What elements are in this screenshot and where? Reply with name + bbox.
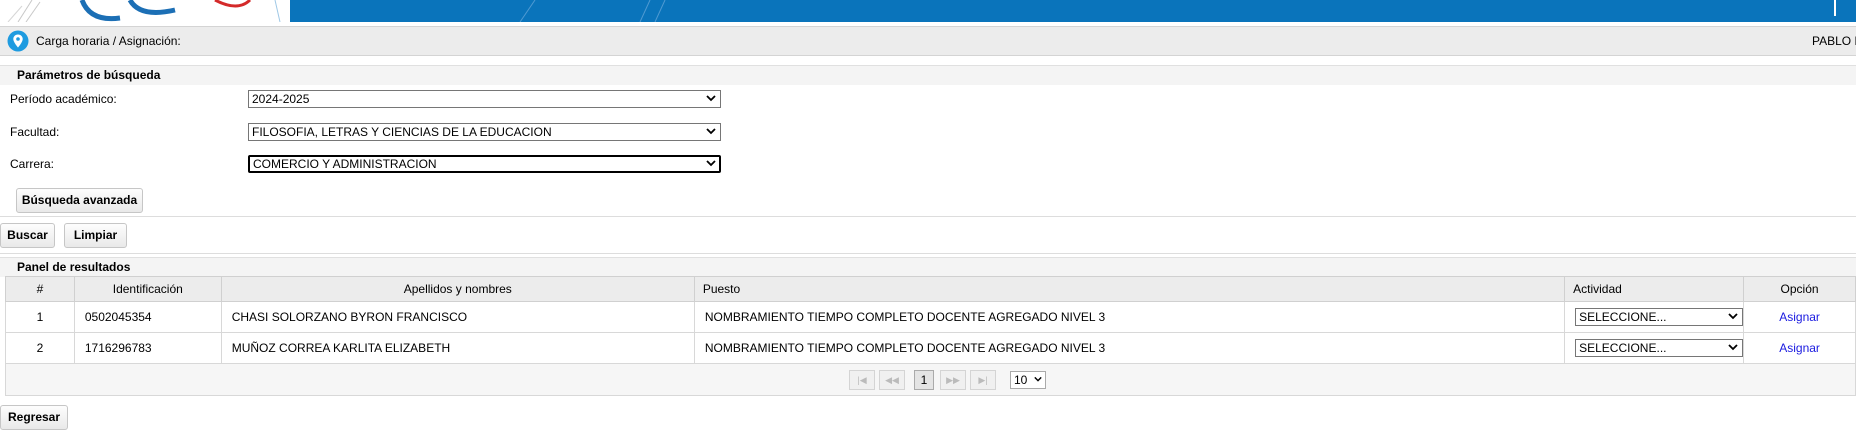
chevron-down-icon [706, 128, 716, 135]
asignar-link[interactable]: Asignar [1779, 341, 1820, 355]
divider [0, 216, 1856, 217]
next-page-button[interactable]: ▶▶ [940, 370, 966, 390]
chevron-down-icon [1728, 344, 1738, 351]
actividad-select[interactable]: SELECCIONE... [1575, 339, 1744, 357]
actividad-select[interactable]: SELECCIONE... [1575, 308, 1744, 326]
table-header-row: # Identificación Apellidos y nombres Pue… [5, 276, 1856, 302]
carrera-label: Carrera: [10, 157, 55, 171]
table-row: 2 1716296783 MUÑOZ CORREA KARLITA ELIZAB… [5, 332, 1856, 364]
search-section-title: Parámetros de búsqueda [0, 65, 1856, 85]
location-pin-icon [7, 30, 29, 52]
row-num: 1 [5, 301, 75, 333]
table-row: 1 0502045354 CHASI SOLORZANO BYRON FRANC… [5, 301, 1856, 333]
divider [0, 253, 1856, 254]
col-header-opcion[interactable]: Opción [1743, 276, 1856, 302]
col-header-num[interactable]: # [5, 276, 75, 302]
page-1-button[interactable]: 1 [914, 370, 934, 390]
header-banner [0, 0, 1856, 22]
facultad-label: Facultad: [10, 125, 60, 139]
breadcrumb-path: Carga horaria / Asignación: [36, 34, 181, 48]
actividad-value: SELECCIONE... [1579, 310, 1667, 324]
row-identificacion: 1716296783 [73, 332, 222, 364]
advanced-search-button[interactable]: Búsqueda avanzada [16, 188, 143, 213]
periodo-label: Período académico: [10, 92, 117, 106]
chevron-down-icon [1034, 376, 1042, 382]
chevron-down-icon [1728, 313, 1738, 320]
asignar-link[interactable]: Asignar [1779, 310, 1820, 324]
row-opcion-cell: Asignar [1743, 332, 1856, 364]
row-identificacion: 0502045354 [73, 301, 222, 333]
limpiar-button[interactable]: Limpiar [64, 223, 127, 248]
periodo-select[interactable]: 2024-2025 [248, 90, 721, 108]
rows-per-page-value: 10 [1014, 373, 1028, 387]
row-nombres: CHASI SOLORZANO BYRON FRANCISCO [220, 301, 695, 333]
row-actividad-cell: SELECCIONE... [1564, 301, 1745, 333]
breadcrumb: Carga horaria / Asignación: PABLO F [0, 26, 1856, 56]
results-table: # Identificación Apellidos y nombres Pue… [5, 276, 1856, 364]
facultad-select[interactable]: FILOSOFIA, LETRAS Y CIENCIAS DE LA EDUCA… [248, 123, 721, 141]
row-puesto: NOMBRAMIENTO TIEMPO COMPLETO DOCENTE AGR… [693, 332, 1566, 364]
row-puesto: NOMBRAMIENTO TIEMPO COMPLETO DOCENTE AGR… [693, 301, 1566, 333]
banner-divider [1834, 0, 1836, 16]
row-opcion-cell: Asignar [1743, 301, 1856, 333]
col-header-actividad[interactable]: Actividad [1564, 276, 1745, 302]
prev-page-button[interactable]: ◀◀ [879, 370, 905, 390]
chevron-down-icon [706, 160, 716, 167]
row-num: 2 [5, 332, 75, 364]
buscar-button[interactable]: Buscar [0, 223, 55, 248]
results-section-title: Panel de resultados [0, 257, 1856, 277]
regresar-button[interactable]: Regresar [0, 405, 68, 430]
chevron-down-icon [706, 95, 716, 102]
col-header-nombres[interactable]: Apellidos y nombres [220, 276, 695, 302]
rows-per-page-select[interactable]: 10 [1010, 371, 1046, 389]
actividad-value: SELECCIONE... [1579, 341, 1667, 355]
row-nombres: MUÑOZ CORREA KARLITA ELIZABETH [220, 332, 695, 364]
logo-graphic [7, 0, 666, 22]
last-page-button[interactable]: ▶| [970, 370, 996, 390]
first-page-button[interactable]: |◀ [849, 370, 875, 390]
col-header-puesto[interactable]: Puesto [693, 276, 1566, 302]
user-name[interactable]: PABLO F [1812, 34, 1856, 48]
carrera-select[interactable]: COMERCIO Y ADMINISTRACION [248, 155, 721, 173]
carrera-value: COMERCIO Y ADMINISTRACION [253, 157, 437, 171]
periodo-value: 2024-2025 [252, 92, 310, 106]
paginator: |◀ ◀◀ 1 ▶▶ ▶| 10 [5, 364, 1856, 396]
row-actividad-cell: SELECCIONE... [1564, 332, 1745, 364]
col-header-identificacion[interactable]: Identificación [73, 276, 222, 302]
facultad-value: FILOSOFIA, LETRAS Y CIENCIAS DE LA EDUCA… [252, 125, 552, 139]
